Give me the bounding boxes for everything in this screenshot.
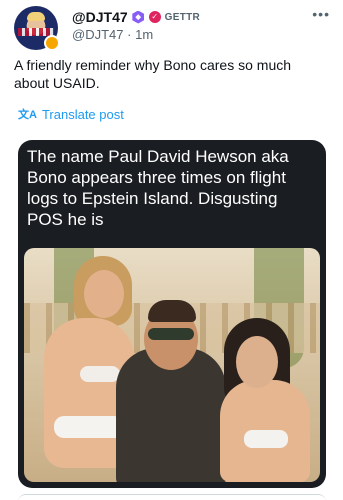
- media-caption: The name Paul David Hewson aka Bono appe…: [27, 147, 289, 229]
- handle-row: @DJT47 · 1m: [72, 27, 153, 42]
- translate-label: Translate post: [41, 106, 124, 122]
- hexagon-badge-icon: ◆: [132, 10, 145, 24]
- display-name[interactable]: @DJT47: [72, 9, 128, 25]
- more-icon[interactable]: •••: [312, 6, 330, 22]
- separator: ·: [127, 27, 132, 42]
- post-text: A friendly reminder why Bono cares so mu…: [14, 57, 292, 91]
- post-header: @DJT47 ◆ ✓ GETTR @DJT47 · 1m •••: [14, 6, 334, 51]
- avatar[interactable]: [14, 6, 60, 51]
- next-card-edge: [18, 494, 326, 500]
- handle[interactable]: @DJT47: [72, 27, 124, 42]
- translate-icon: 文A: [18, 109, 37, 121]
- media-card[interactable]: The name Paul David Hewson aka Bono appe…: [18, 140, 326, 488]
- media-photo[interactable]: [24, 248, 320, 482]
- photo-person-1-bottom: [54, 416, 124, 438]
- photo-person-2-hair: [148, 300, 196, 322]
- photo-person-1-face: [84, 270, 124, 318]
- name-row: @DJT47 ◆ ✓ GETTR: [72, 8, 200, 26]
- avatar-hair: [27, 12, 45, 21]
- translate-post-link[interactable]: 文A Translate post: [18, 106, 124, 122]
- photo-person-2-glasses: [148, 328, 194, 340]
- photo-person-1-top: [80, 366, 120, 382]
- timestamp[interactable]: 1m: [135, 27, 153, 42]
- platform-label: GETTR: [164, 11, 201, 23]
- avatar-status-badge: [44, 35, 60, 51]
- check-badge-icon: ✓: [148, 11, 161, 23]
- photo-person-3-top: [244, 430, 288, 448]
- photo-person-3-face: [236, 336, 278, 388]
